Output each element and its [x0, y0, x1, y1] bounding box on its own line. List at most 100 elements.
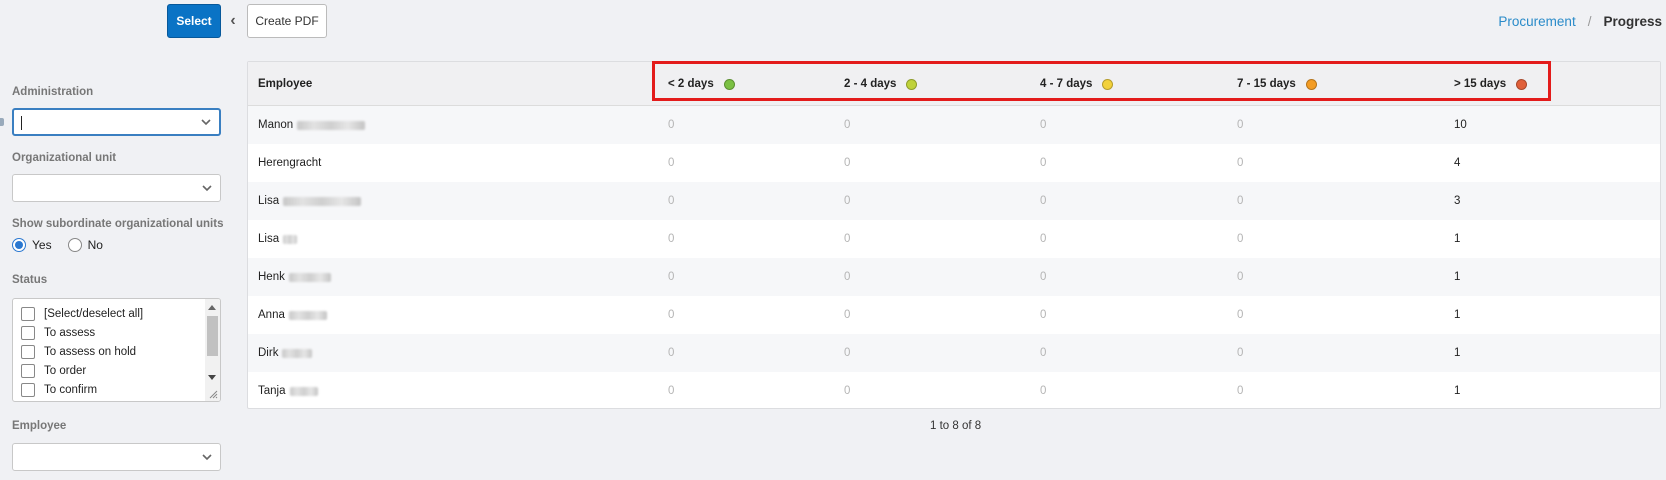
employee-cell: Manon: [258, 106, 366, 144]
count-cell: 0: [668, 157, 675, 169]
count-cell: 0: [1040, 347, 1047, 359]
chevron-left-icon[interactable]: ‹: [227, 12, 239, 30]
count-cell: 0: [844, 271, 851, 283]
progress-table: Employee < 2 days 2 - 4 days 4 - 7 days …: [247, 61, 1661, 409]
employee-cell: Dirk: [258, 334, 313, 372]
count-cell: 1: [1454, 385, 1461, 397]
status-item-label: To confirm: [44, 384, 98, 396]
employee-label: Employee: [12, 420, 67, 432]
status-checkbox[interactable]: [21, 364, 35, 378]
status-item[interactable]: [Select/deselect all]: [21, 307, 143, 321]
panel-handle[interactable]: [0, 118, 4, 126]
status-checkbox[interactable]: [21, 326, 35, 340]
count-cell: 0: [844, 119, 851, 131]
table-row[interactable]: Lisa 0 0 0 0 1: [248, 220, 1660, 258]
scroll-up-arrow-icon[interactable]: [208, 305, 216, 310]
status-checkbox[interactable]: [21, 307, 35, 321]
count-cell: 0: [668, 271, 675, 283]
highlight-annotation: [652, 61, 1551, 101]
status-item-label: [Select/deselect all]: [44, 308, 144, 320]
status-item[interactable]: To assess: [21, 326, 95, 340]
org-unit-select[interactable]: [12, 174, 221, 202]
subordinate-radio-group: Yes No: [12, 238, 119, 252]
employee-cell: Tanja: [258, 372, 318, 410]
column-header-employee[interactable]: Employee: [258, 62, 312, 106]
table-row[interactable]: Dirk 0 0 0 0 1: [248, 334, 1660, 372]
count-cell: 0: [1237, 195, 1244, 207]
count-cell: 1: [1454, 233, 1461, 245]
count-cell: 1: [1454, 271, 1461, 283]
column-header-label: Employee: [258, 78, 313, 90]
count-cell: 0: [668, 385, 675, 397]
status-item-label: To order: [44, 365, 87, 377]
count-cell: 0: [1040, 385, 1047, 397]
radio-no-label[interactable]: No: [88, 238, 103, 252]
count-cell: 0: [1237, 385, 1244, 397]
chevron-down-icon: [202, 454, 212, 461]
table-row[interactable]: Herengracht 0 0 0 0 4: [248, 144, 1660, 182]
employee-select[interactable]: [12, 443, 221, 471]
count-cell: 0: [1237, 309, 1244, 321]
chevron-down-icon: [201, 119, 211, 126]
administration-label: Administration: [12, 86, 94, 98]
administration-select[interactable]: [12, 108, 221, 136]
breadcrumb-procurement-link[interactable]: Procurement: [1498, 14, 1575, 29]
redacted-surname: [283, 196, 362, 206]
employee-name: Lisa: [258, 195, 280, 207]
count-cell: 0: [668, 309, 675, 321]
redacted-surname: [288, 272, 331, 282]
table-row[interactable]: Lisa 0 0 0 0 3: [248, 182, 1660, 220]
count-cell: 0: [1237, 119, 1244, 131]
scroll-down-arrow-icon[interactable]: [208, 375, 216, 380]
table-row[interactable]: Manon 0 0 0 0 10: [248, 106, 1660, 144]
create-pdf-button[interactable]: Create PDF: [247, 4, 327, 38]
count-cell: 1: [1454, 309, 1461, 321]
select-button[interactable]: Select: [167, 4, 221, 38]
redacted-surname: [283, 234, 298, 244]
count-cell: 1: [1454, 347, 1461, 359]
count-cell: 0: [1040, 271, 1047, 283]
table-row[interactable]: Tanja 0 0 0 0 1: [248, 372, 1660, 410]
page: Select ‹ Create PDF Procurement / Progre…: [0, 0, 1666, 480]
employee-cell: Lisa: [258, 182, 362, 220]
count-cell: 0: [844, 385, 851, 397]
count-cell: 0: [844, 195, 851, 207]
employee-cell: Lisa: [258, 220, 298, 258]
count-cell: 0: [1237, 271, 1244, 283]
employee-name: Manon: [258, 119, 294, 131]
count-cell: 0: [1237, 233, 1244, 245]
count-cell: 0: [1237, 347, 1244, 359]
status-item[interactable]: To confirm: [21, 383, 97, 397]
count-cell: 4: [1454, 157, 1461, 169]
scroll-thumb[interactable]: [207, 316, 218, 356]
count-cell: 0: [1237, 157, 1244, 169]
employee-name: Herengracht: [258, 157, 322, 169]
redacted-surname: [282, 348, 313, 358]
radio-no[interactable]: [67, 238, 82, 252]
subordinate-label: Show subordinate organizational units: [12, 218, 224, 230]
chevron-down-icon: [202, 185, 212, 192]
resize-grip-icon[interactable]: [209, 390, 218, 399]
radio-yes[interactable]: [12, 238, 26, 252]
radio-yes-label[interactable]: Yes: [32, 238, 52, 252]
status-checkbox[interactable]: [21, 383, 35, 397]
text-cursor: [21, 116, 22, 130]
status-label: Status: [12, 274, 48, 286]
status-listbox[interactable]: [Select/deselect all] To assess To asses…: [12, 298, 221, 402]
table-row[interactable]: Henk 0 0 0 0 1: [248, 258, 1660, 296]
status-item[interactable]: To assess on hold: [21, 345, 136, 359]
status-checkbox[interactable]: [21, 345, 35, 359]
redacted-surname: [289, 386, 318, 396]
status-item-label: To assess on hold: [44, 346, 137, 358]
count-cell: 0: [844, 309, 851, 321]
count-cell: 0: [668, 233, 675, 245]
employee-cell: Herengracht: [258, 144, 321, 182]
table-row[interactable]: Anna 0 0 0 0 1: [248, 296, 1660, 334]
pagination-info: 1 to 8 of 8: [930, 420, 982, 432]
employee-name: Henk: [258, 271, 285, 283]
status-item[interactable]: To order: [21, 364, 86, 378]
employee-name: Tanja: [258, 385, 286, 397]
count-cell: 0: [668, 119, 675, 131]
status-scrollbar[interactable]: [205, 299, 220, 401]
employee-name: Lisa: [258, 233, 280, 245]
